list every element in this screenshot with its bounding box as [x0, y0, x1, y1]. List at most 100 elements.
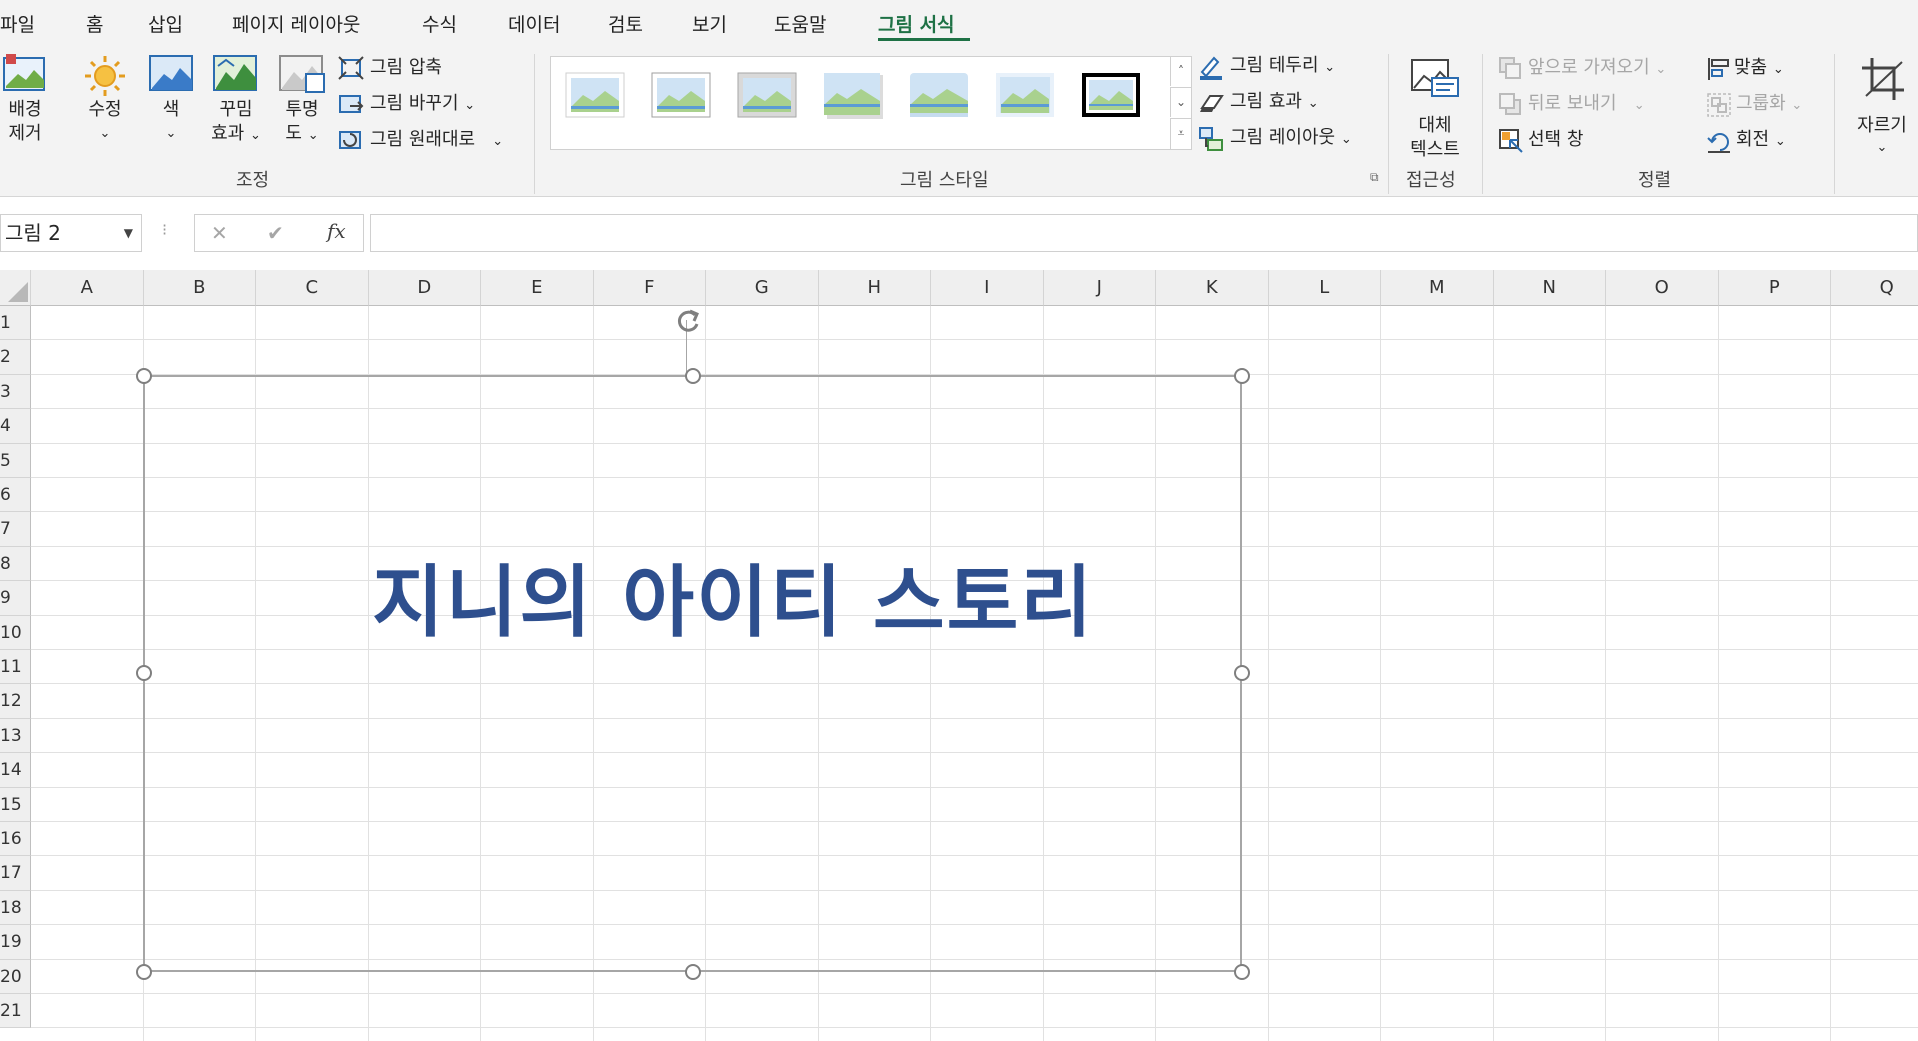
tab-picture-format[interactable]: 그림 서식 — [878, 10, 955, 37]
column-header[interactable]: M — [1381, 270, 1494, 306]
resize-handle-bottom-right[interactable] — [1234, 964, 1250, 980]
send-backward-button[interactable]: 뒤로 보내기 ⌄ — [1498, 92, 1698, 120]
tab-view[interactable]: 보기 — [692, 10, 727, 37]
gridline-horizontal — [31, 993, 1918, 994]
formula-input[interactable] — [370, 214, 1918, 252]
column-header[interactable]: A — [31, 270, 144, 306]
column-header[interactable]: G — [706, 270, 819, 306]
tab-data[interactable]: 데이터 — [508, 10, 560, 37]
resize-handle-top-left[interactable] — [136, 368, 152, 384]
column-header[interactable]: H — [818, 270, 931, 306]
row-header[interactable]: 4 — [0, 409, 31, 444]
remove-background-button[interactable]: 배경 제거 — [0, 52, 50, 160]
picture-style-thumbnail[interactable] — [651, 69, 711, 121]
resize-handle-left[interactable] — [136, 665, 152, 681]
column-header[interactable]: P — [1718, 270, 1831, 306]
name-box-dropdown-icon[interactable]: ▼ — [124, 215, 133, 251]
selected-picture[interactable] — [143, 375, 1242, 972]
row-header[interactable]: 13 — [0, 718, 31, 754]
picture-style-thumbnail[interactable] — [909, 69, 969, 121]
align-button[interactable]: 맞춤 ⌄ — [1706, 56, 1806, 84]
alt-text-button[interactable]: 대체 텍스트 — [1400, 52, 1470, 160]
crop-button[interactable]: 자르기 ⌄ — [1846, 52, 1918, 160]
selection-pane-button[interactable]: 선택 창 — [1498, 128, 1658, 156]
row-header[interactable]: 14 — [0, 753, 31, 788]
column-header[interactable]: Q — [1831, 270, 1918, 306]
column-header[interactable]: E — [481, 270, 594, 306]
reset-picture-button[interactable]: 그림 원래대로 ⌄ — [338, 128, 538, 156]
gallery-more-button[interactable]: ⩡ — [1170, 118, 1191, 149]
row-header[interactable]: 7 — [0, 512, 31, 547]
row-header[interactable]: 15 — [0, 787, 31, 822]
resize-handle-bottom-left[interactable] — [136, 964, 152, 980]
name-box[interactable]: 그림 2 ▼ — [0, 214, 142, 252]
tab-file[interactable]: 파일 — [0, 10, 35, 37]
picture-style-thumbnail[interactable] — [737, 69, 797, 121]
row-header[interactable]: 17 — [0, 856, 31, 891]
column-header[interactable]: D — [368, 270, 481, 306]
column-header[interactable]: K — [1156, 270, 1269, 306]
row-header[interactable]: 5 — [0, 443, 31, 478]
row-header[interactable]: 1 — [0, 306, 31, 341]
row-header[interactable]: 10 — [0, 615, 31, 650]
row-header[interactable]: 11 — [0, 650, 31, 685]
column-header[interactable]: J — [1043, 270, 1156, 306]
gallery-scroll-up-button[interactable]: ˄ — [1170, 57, 1191, 86]
picture-style-thumbnail[interactable] — [565, 69, 625, 121]
resize-handle-bottom[interactable] — [685, 964, 701, 980]
rotate-button[interactable]: 회전 ⌄ — [1706, 128, 1806, 156]
tab-formulas[interactable]: 수식 — [422, 10, 457, 37]
artistic-effects-button[interactable]: 꾸밈 효과 ⌄ — [208, 52, 264, 160]
tab-help[interactable]: 도움말 — [774, 10, 826, 37]
row-header[interactable]: 18 — [0, 890, 31, 926]
picture-border-button[interactable]: 그림 테두리 ⌄ — [1198, 54, 1378, 82]
column-header[interactable]: O — [1606, 270, 1719, 306]
row-header[interactable]: 20 — [0, 959, 31, 994]
rotation-handle-icon[interactable] — [673, 306, 703, 336]
group-objects-button[interactable]: 그룹화 ⌄ — [1706, 92, 1816, 120]
row-header[interactable]: 8 — [0, 546, 31, 582]
row-header[interactable]: 6 — [0, 478, 31, 513]
row-header[interactable]: 19 — [0, 925, 31, 960]
column-header[interactable]: F — [593, 270, 706, 306]
row-header[interactable]: 2 — [0, 340, 31, 375]
cancel-icon[interactable]: ✕ — [211, 221, 228, 245]
row-header[interactable]: 16 — [0, 822, 31, 857]
column-header[interactable]: I — [931, 270, 1044, 306]
gallery-scroll-down-button[interactable]: ⌄ — [1170, 87, 1191, 117]
column-header[interactable]: L — [1268, 270, 1381, 306]
tab-insert[interactable]: 삽입 — [148, 10, 183, 37]
compress-pictures-button[interactable]: 그림 압축 — [338, 56, 538, 84]
enter-icon[interactable]: ✔ — [267, 221, 284, 245]
column-header[interactable]: B — [143, 270, 256, 306]
rotate-label: 회전 ⌄ — [1736, 129, 1786, 150]
ribbon-tabs: 파일 홈 삽입 페이지 레이아웃 수식 데이터 검토 보기 도움말 그림 서식 — [0, 0, 1918, 46]
change-picture-button[interactable]: 그림 바꾸기 ⌄ — [338, 92, 538, 120]
row-header[interactable]: 12 — [0, 684, 31, 719]
row-header[interactable]: 21 — [0, 994, 31, 1029]
transparency-button[interactable]: 투명 도 ⌄ — [274, 52, 330, 160]
tab-review[interactable]: 검토 — [608, 10, 643, 37]
tab-page-layout[interactable]: 페이지 레이아웃 — [232, 10, 360, 37]
column-header[interactable]: C — [256, 270, 369, 306]
resize-handle-top[interactable] — [685, 368, 701, 384]
column-header[interactable]: N — [1493, 270, 1606, 306]
dialog-launcher-icon[interactable]: ⧉ — [1370, 170, 1379, 185]
select-all-corner[interactable] — [0, 270, 31, 306]
picture-style-thumbnail[interactable] — [1081, 69, 1141, 121]
picture-layout-button[interactable]: 그림 레이아웃 ⌄ — [1198, 126, 1378, 154]
insert-function-icon[interactable]: fx — [327, 219, 346, 243]
picture-style-thumbnail[interactable] — [823, 69, 883, 121]
row-header[interactable]: 3 — [0, 374, 31, 410]
row-header[interactable]: 9 — [0, 581, 31, 616]
chevron-down-icon: ⌄ — [1876, 140, 1888, 155]
resize-handle-top-right[interactable] — [1234, 368, 1250, 384]
color-button[interactable]: 색 ⌄ — [144, 52, 198, 160]
bring-forward-button[interactable]: 앞으로 가져오기 ⌄ — [1498, 56, 1698, 84]
alt-text-label-2: 텍스트 — [1410, 139, 1460, 160]
resize-handle-right[interactable] — [1234, 665, 1250, 681]
picture-effects-button[interactable]: 그림 효과 ⌄ — [1198, 90, 1378, 118]
corrections-button[interactable]: 수정 ⌄ — [78, 52, 132, 160]
picture-style-thumbnail[interactable] — [995, 69, 1055, 121]
tab-home[interactable]: 홈 — [86, 10, 103, 37]
